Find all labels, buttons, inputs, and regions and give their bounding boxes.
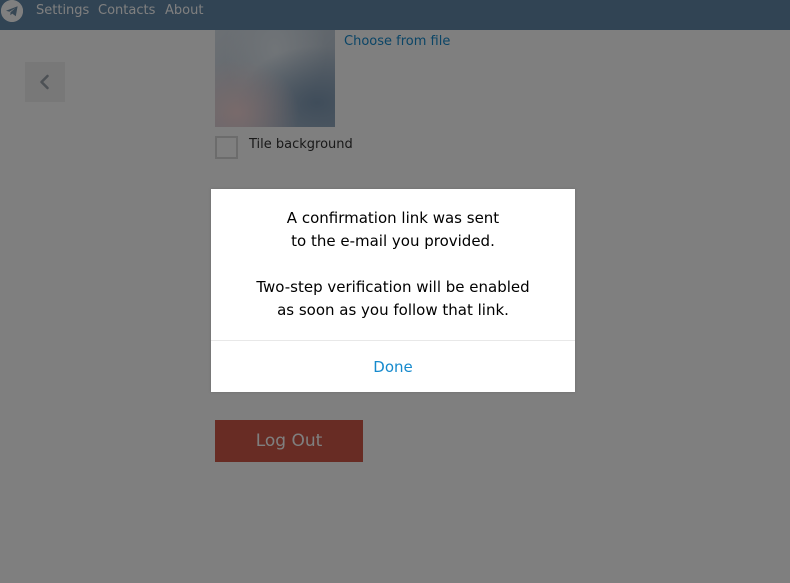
- message-spacer: [211, 253, 575, 276]
- confirmation-dialog: A confirmation link was sent to the e-ma…: [211, 189, 575, 392]
- message-line-4: as soon as you follow that link.: [277, 301, 509, 319]
- done-button[interactable]: Done: [211, 341, 575, 392]
- message-line-1: A confirmation link was sent: [286, 209, 500, 227]
- message-line-3: Two-step verification will be enabled: [256, 278, 530, 296]
- confirmation-message: A confirmation link was sent to the e-ma…: [211, 207, 575, 322]
- message-line-2: to the e-mail you provided.: [291, 232, 495, 250]
